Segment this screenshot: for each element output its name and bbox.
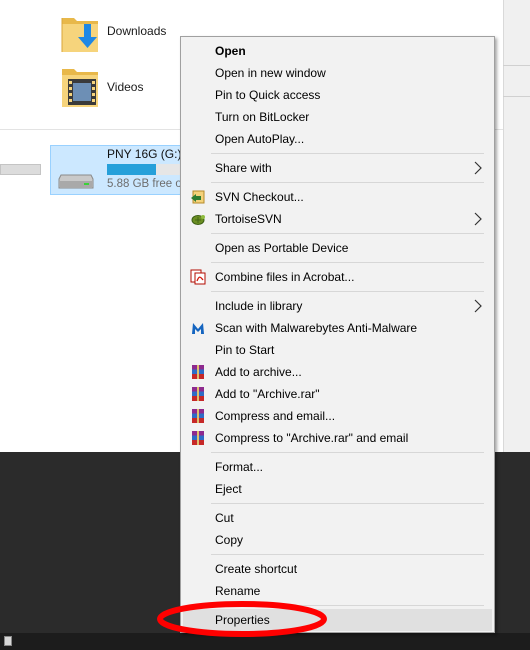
menu-item-share-with[interactable]: Share with [183, 157, 492, 179]
scroll-area-divider [503, 65, 530, 66]
menu-item-include-library[interactable]: Include in library [183, 295, 492, 317]
menu-item-label: Pin to Quick access [215, 88, 321, 102]
chevron-right-icon [474, 299, 482, 313]
menu-item-label: Add to "Archive.rar" [215, 387, 320, 401]
menu-item-pin-quick-access[interactable]: Pin to Quick access [183, 84, 492, 106]
tortoisesvn-icon [191, 215, 205, 225]
svn-checkout-icon [191, 190, 205, 204]
menu-item-label: Include in library [215, 299, 303, 313]
menu-item-label: SVN Checkout... [215, 190, 304, 204]
menu-separator [211, 262, 484, 263]
menu-item-properties[interactable]: Properties [183, 609, 492, 631]
menu-item-malwarebytes[interactable]: Scan with Malwarebytes Anti-Malware [183, 317, 492, 339]
drive-usage-fill [107, 164, 156, 175]
menu-item-label: Compress and email... [215, 409, 336, 423]
taskbar [0, 633, 530, 650]
menu-item-label: Open as Portable Device [215, 241, 349, 255]
explorer-scroll-area [503, 0, 530, 452]
menu-item-label: Share with [215, 161, 272, 175]
menu-item-label: Open AutoPlay... [215, 132, 305, 146]
menu-item-label: Rename [215, 584, 261, 598]
folder-label-videos[interactable]: Videos [107, 80, 143, 94]
menu-item-add-archive-rar[interactable]: Add to "Archive.rar" [183, 383, 492, 405]
malwarebytes-icon [192, 323, 204, 334]
winrar-icon [192, 365, 204, 379]
menu-item-label: Turn on BitLocker [215, 110, 310, 124]
menu-item-open-new-window[interactable]: Open in new window [183, 62, 492, 84]
scroll-area-divider [503, 96, 530, 97]
menu-item-rename[interactable]: Rename [183, 580, 492, 602]
menu-item-open[interactable]: Open [183, 40, 492, 62]
menu-separator [211, 153, 484, 154]
menu-item-label: Open in new window [215, 66, 326, 80]
menu-item-pin-start[interactable]: Pin to Start [183, 339, 492, 361]
folder-label-downloads[interactable]: Downloads [107, 24, 166, 38]
menu-item-label: Copy [215, 533, 244, 547]
partial-drive-bar [0, 164, 41, 175]
menu-item-label: Add to archive... [215, 365, 302, 379]
winrar-icon [192, 431, 204, 445]
menu-separator [211, 503, 484, 504]
menu-separator [211, 452, 484, 453]
menu-item-cut[interactable]: Cut [183, 507, 492, 529]
menu-separator [211, 233, 484, 234]
menu-item-autoplay[interactable]: Open AutoPlay... [183, 128, 492, 150]
taskbar-button[interactable] [4, 636, 12, 646]
chevron-right-icon [474, 212, 482, 226]
menu-item-label: Cut [215, 511, 234, 525]
menu-separator [211, 605, 484, 606]
menu-item-tortoisesvn[interactable]: TortoiseSVN [183, 208, 492, 230]
menu-item-label: Pin to Start [215, 343, 275, 357]
menu-separator [211, 554, 484, 555]
menu-item-label: Format... [215, 460, 264, 474]
menu-item-eject[interactable]: Eject [183, 478, 492, 500]
menu-item-label: Properties [215, 613, 270, 627]
menu-separator [211, 182, 484, 183]
downloads-folder-icon[interactable] [60, 10, 100, 54]
menu-item-label: Create shortcut [215, 562, 298, 576]
winrar-icon [192, 409, 204, 423]
menu-item-copy[interactable]: Copy [183, 529, 492, 551]
menu-item-svn-checkout[interactable]: SVN Checkout... [183, 186, 492, 208]
menu-item-label: Open [215, 44, 246, 58]
menu-item-add-archive[interactable]: Add to archive... [183, 361, 492, 383]
drive-usage-bar [107, 164, 184, 175]
acrobat-icon [190, 269, 206, 285]
menu-separator [211, 291, 484, 292]
drive-name[interactable]: PNY 16G (G:) [107, 147, 181, 161]
menu-item-label: Eject [215, 482, 242, 496]
menu-item-portable-device[interactable]: Open as Portable Device [183, 237, 492, 259]
menu-item-label: TortoiseSVN [215, 212, 282, 226]
menu-item-compress-email[interactable]: Compress and email... [183, 405, 492, 427]
menu-item-label: Combine files in Acrobat... [215, 270, 355, 284]
menu-item-format[interactable]: Format... [183, 456, 492, 478]
menu-item-bitlocker[interactable]: Turn on BitLocker [183, 106, 492, 128]
menu-item-create-shortcut[interactable]: Create shortcut [183, 558, 492, 580]
menu-item-label: Compress to "Archive.rar" and email [215, 431, 409, 445]
menu-item-compress-rar-email[interactable]: Compress to "Archive.rar" and email [183, 427, 492, 449]
menu-item-acrobat[interactable]: Combine files in Acrobat... [183, 266, 492, 288]
winrar-icon [192, 387, 204, 401]
usb-drive-icon [58, 174, 94, 189]
videos-folder-icon[interactable] [60, 65, 100, 109]
drive-free-space: 5.88 GB free of [107, 178, 185, 190]
chevron-right-icon [474, 161, 482, 175]
menu-item-label: Scan with Malwarebytes Anti-Malware [215, 321, 418, 335]
